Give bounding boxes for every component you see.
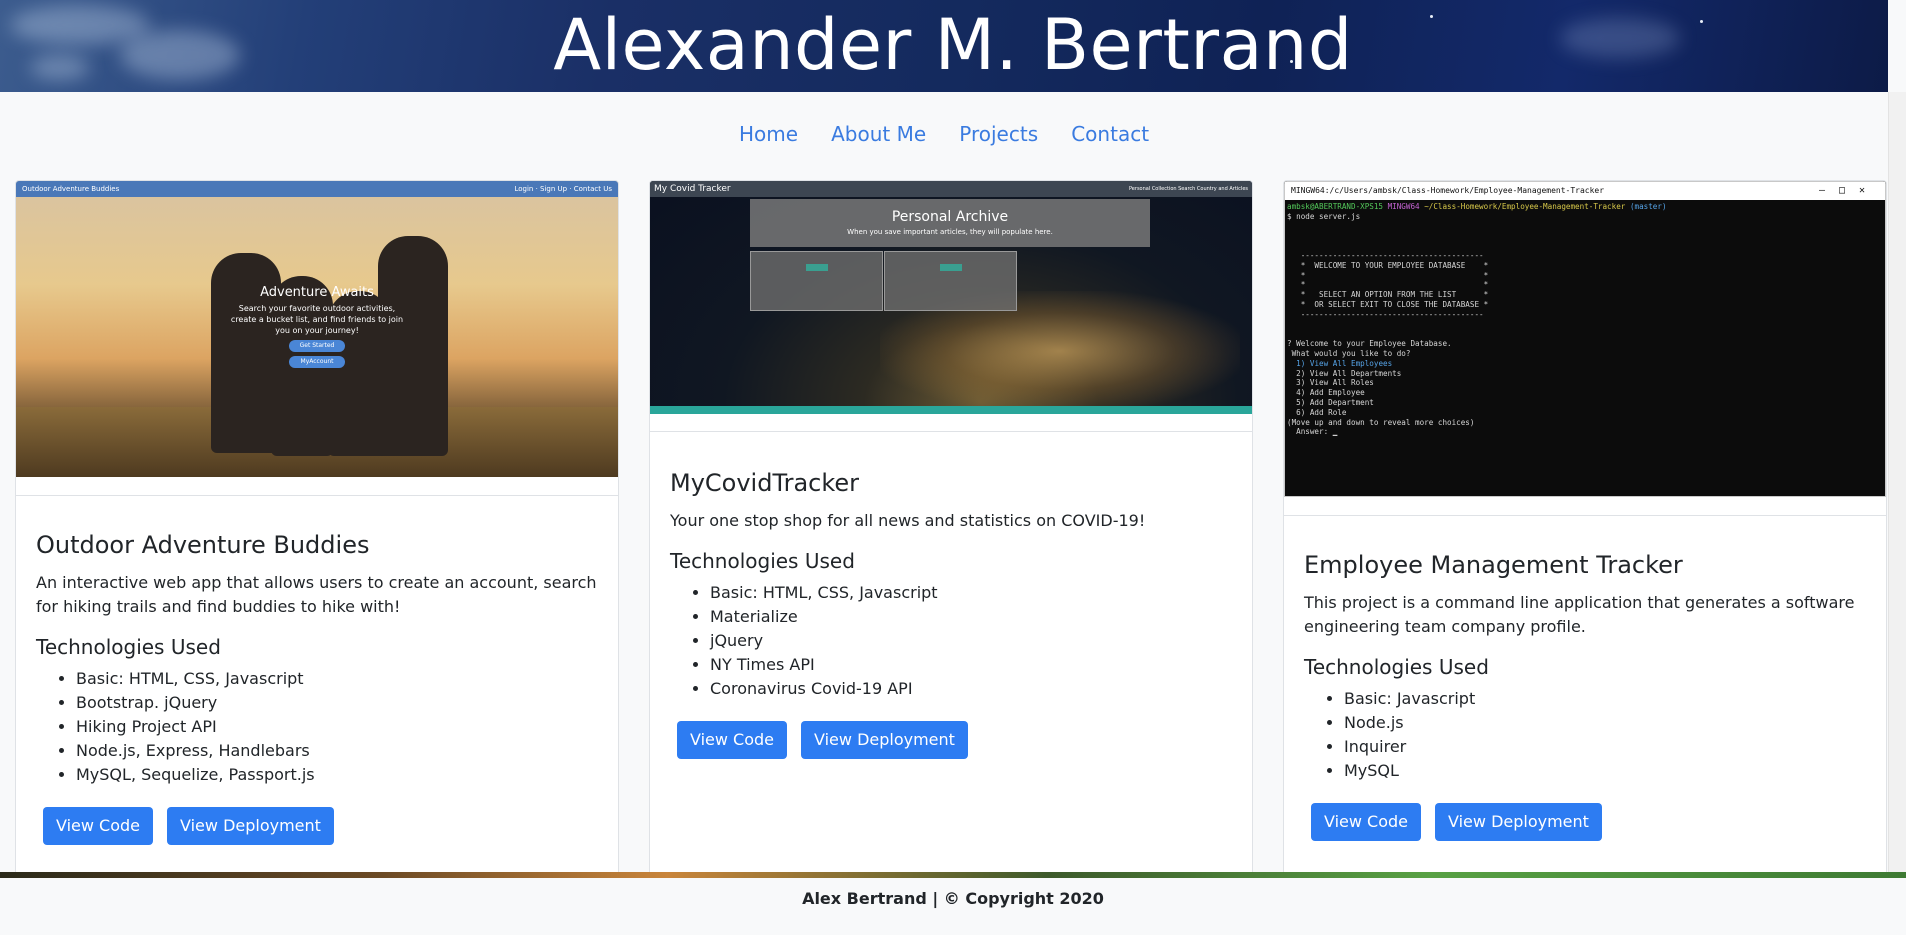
tech-item: Basic: Javascript [1344,687,1866,711]
tech-item: Node.js, Express, Handlebars [76,739,598,763]
view-code-button[interactable]: View Code [677,721,788,759]
nav-home-link[interactable]: Home [739,122,798,146]
thumbnail-get-started: Get Started [289,340,345,352]
project-title: Employee Management Tracker [1304,551,1683,579]
thumbnail-navbar: My Covid Tracker Personal Collection Sea… [650,181,1252,197]
tech-list: Basic: HTML, CSS, Javascript Materialize… [710,581,1232,701]
thumbnail-hero: Adventure Awaits Search your favorite ou… [16,285,618,368]
page-scrollbar[interactable] [1888,92,1906,876]
card-divider [1284,515,1886,516]
tech-item: Hiking Project API [76,715,598,739]
save-button-thumb [805,264,828,271]
tech-list: Basic: Javascript Node.js Inquirer MySQL [1344,687,1866,783]
project-card-employee: MINGW64:/c/Users/ambsk/Class-Homework/Em… [1283,180,1887,880]
view-deployment-button[interactable]: View Deployment [801,721,968,759]
project-title: MyCovidTracker [670,469,860,497]
thumbnail-navbar: Outdoor Adventure Buddies Login · Sign U… [16,181,618,197]
card-divider [16,495,618,496]
tech-item: Basic: HTML, CSS, Javascript [76,667,598,691]
thumbnail-links: Login · Sign Up · Contact Us [514,185,612,193]
tech-item: MySQL, Sequelize, Passport.js [76,763,598,787]
view-deployment-button[interactable]: View Deployment [167,807,334,845]
thumbnail-links: Personal Collection Search Country and A… [1128,186,1248,192]
project-description: An interactive web app that allows users… [36,573,597,616]
tech-item: Inquirer [1344,735,1866,759]
tech-item: Materialize [710,605,1232,629]
nav-contact-link[interactable]: Contact [1071,122,1149,146]
thumbnail-panel-title: Personal Archive [891,209,1009,225]
tech-item: Node.js [1344,711,1866,735]
header-edge [1888,0,1906,92]
card-divider [650,431,1252,432]
view-code-button[interactable]: View Code [43,807,154,845]
page-title: Alexander M. Bertrand [553,4,1353,86]
tech-item: jQuery [710,629,1232,653]
project-title: Outdoor Adventure Buddies [36,531,370,559]
tech-item: Coronavirus Covid-19 API [710,677,1232,701]
tech-item: Basic: HTML, CSS, Javascript [710,581,1232,605]
article-card-thumb [884,251,1017,311]
tech-heading: Technologies Used [36,635,221,659]
project-thumbnail[interactable]: MINGW64:/c/Users/ambsk/Class-Homework/Em… [1284,181,1886,497]
footer: Alex Bertrand | © Copyright 2020 [0,878,1906,935]
card-body: MyCovidTracker Your one stop shop for al… [670,469,1232,701]
card-body: Outdoor Adventure Buddies An interactive… [36,531,598,787]
nav-about-link[interactable]: About Me [831,122,926,146]
project-thumbnail[interactable]: My Covid Tracker Personal Collection Sea… [650,181,1252,414]
tech-item: Bootstrap. jQuery [76,691,598,715]
terminal-window-title: MINGW64:/c/Users/ambsk/Class-Homework/Em… [1291,186,1605,195]
thumbnail-brand: My Covid Tracker [654,184,731,194]
header-banner: Alexander M. Bertrand [0,0,1906,92]
view-deployment-button[interactable]: View Deployment [1435,803,1602,841]
card-body: Employee Management Tracker This project… [1304,551,1866,783]
copyright-text: Alex Bertrand | © Copyright 2020 [802,889,1104,908]
card-buttons: View Code View Deployment [677,721,982,759]
tech-heading: Technologies Used [670,549,855,573]
project-description: This project is a command line applicati… [1304,593,1855,636]
nav-projects-link[interactable]: Projects [959,122,1038,146]
tech-item: MySQL [1344,759,1866,783]
thumbnail-hero-title: Adventure Awaits [260,285,374,300]
terminal-titlebar: MINGW64:/c/Users/ambsk/Class-Homework/Em… [1285,182,1885,200]
tech-item: NY Times API [710,653,1232,677]
thumbnail-panel-text: When you save important articles, they w… [847,228,1053,236]
article-card-thumb [750,251,883,311]
card-buttons: View Code View Deployment [43,807,348,845]
window-controls-icon: –□✕ [1818,185,1879,196]
view-code-button[interactable]: View Code [1311,803,1422,841]
project-card-covid: My Covid Tracker Personal Collection Sea… [649,180,1253,880]
thumbnail-footer [650,406,1252,414]
save-button-thumb [939,264,962,271]
tech-heading: Technologies Used [1304,655,1489,679]
project-description: Your one stop shop for all news and stat… [670,511,1146,530]
project-card-outdoor: Outdoor Adventure Buddies Login · Sign U… [15,180,619,880]
thumbnail-panel: Personal Archive When you save important… [750,199,1150,247]
card-buttons: View Code View Deployment [1311,803,1616,841]
tech-list: Basic: HTML, CSS, Javascript Bootstrap. … [76,667,598,787]
thumbnail-my-account: MyAccount [289,356,345,368]
main-nav: Home About Me Projects Contact [0,122,1888,146]
thumbnail-hero-text: Search your favorite outdoor activities,… [230,304,404,335]
project-thumbnail[interactable]: Outdoor Adventure Buddies Login · Sign U… [16,181,618,477]
terminal-output: ambsk@ABERTRAND-XPS15 MINGW64 ~/Class-Ho… [1287,202,1667,437]
thumbnail-brand: Outdoor Adventure Buddies [22,185,120,193]
